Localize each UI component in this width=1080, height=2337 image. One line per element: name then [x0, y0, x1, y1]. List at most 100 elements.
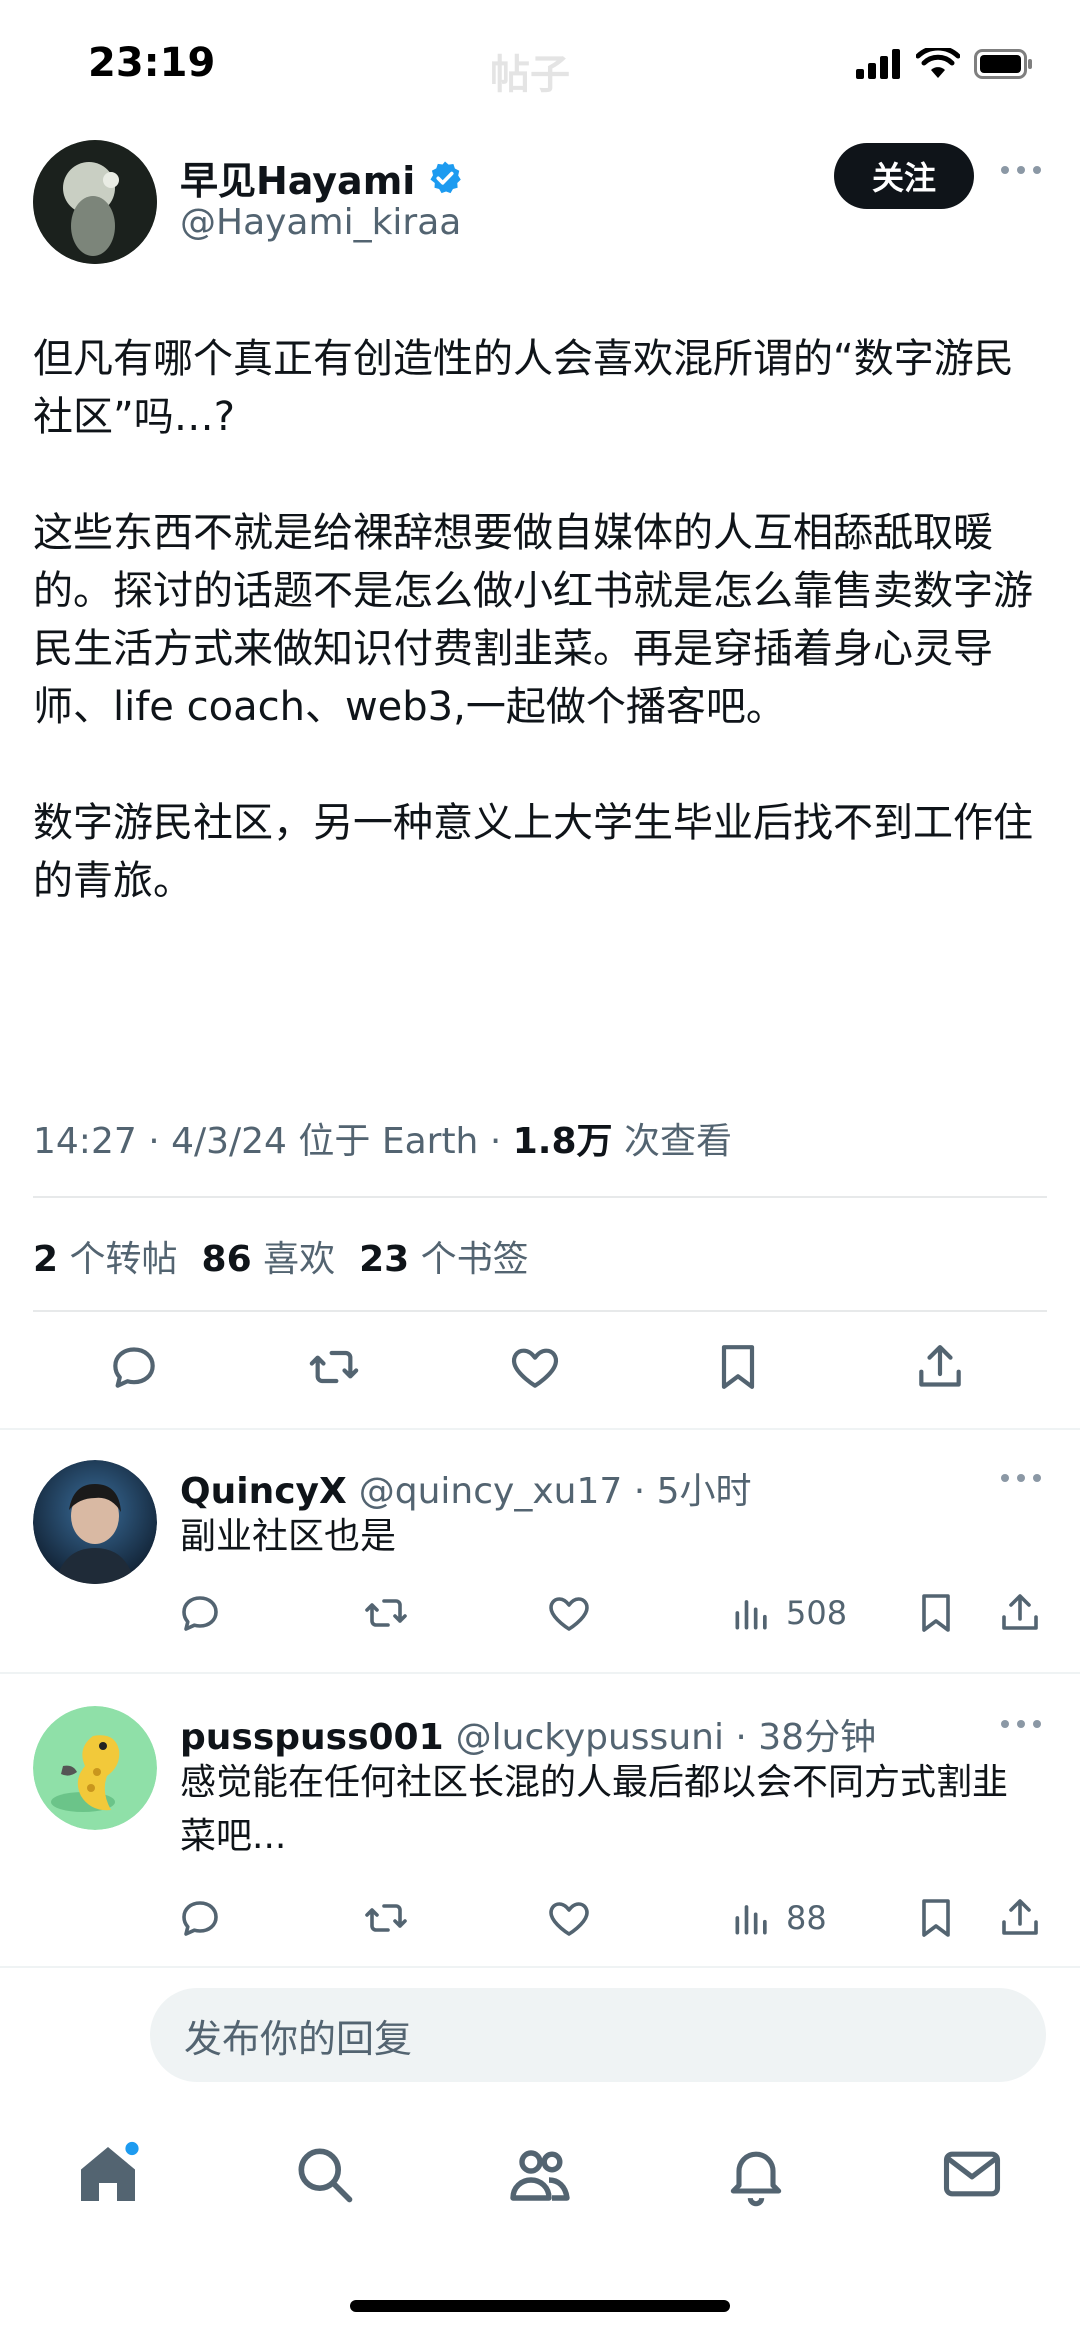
home-indicator: [350, 2300, 730, 2312]
author-name: 早见Hayami: [180, 159, 416, 203]
bookmark-icon: [922, 1594, 950, 1632]
tweet-meta: 14:27 · 4/3/24 位于 Earth · 1.8万 次查看: [33, 1112, 732, 1164]
reply-avatar[interactable]: [33, 1460, 157, 1584]
wifi-icon: [916, 48, 960, 78]
retweet-icon: [309, 1350, 359, 1384]
likes-label: 喜欢: [263, 1239, 336, 1280]
tweet-text: 但凡有哪个真正有创造性的人会喜欢混所谓的“数字游民社区”吗…? 这些东西不就是给…: [33, 330, 1043, 910]
bookmarks-count: 23: [359, 1239, 410, 1280]
share-button[interactable]: [996, 1890, 1044, 1946]
reply-author-name[interactable]: QuincyX: [180, 1471, 347, 1512]
nav-title: 帖子: [490, 52, 570, 98]
reply-input-placeholder: 发布你的回复: [184, 2016, 413, 2061]
status-icons: [856, 48, 1034, 80]
author-avatar[interactable]: [33, 140, 157, 264]
author-handle: @Hayami_kiraa: [180, 202, 462, 243]
bookmark-button[interactable]: [912, 1890, 960, 1946]
reply-author-name[interactable]: pusspuss001: [180, 1717, 444, 1758]
views-icon: [735, 1600, 767, 1630]
tweet-paragraph: 这些东西不就是给裸辞想要做自媒体的人互相舔舐取暖的。探讨的话题不是怎么做小红书就…: [33, 510, 1033, 730]
bookmarks-label: 个书签: [420, 1239, 529, 1280]
bookmark-icon: [721, 1345, 755, 1389]
reply-button[interactable]: [176, 1890, 224, 1946]
home-icon: [81, 2141, 139, 2201]
retweet-button[interactable]: [302, 1335, 366, 1399]
author-name-row[interactable]: 早见Hayami: [180, 150, 463, 205]
reply-handle-time: @quincy_xu17 · 5小时: [358, 1471, 752, 1512]
bookmark-button[interactable]: [912, 1585, 960, 1641]
reply-handle-time: @luckypussuni · 38分钟: [455, 1717, 877, 1758]
like-icon: [511, 1348, 559, 1388]
reply-text: 感觉能在任何社区长混的人最后都以会不同方式割韭菜吧...: [180, 1762, 1009, 1857]
cellular-signal-icon: [856, 49, 900, 79]
reply-header: QuincyX @quincy_xu17 · 5小时: [180, 1462, 752, 1514]
more-options-icon[interactable]: [998, 1468, 1044, 1488]
retweet-button[interactable]: [360, 1890, 412, 1946]
tweet-timestamp-location: 14:27 · 4/3/24 位于 Earth ·: [33, 1121, 513, 1162]
views-count: 508: [786, 1594, 848, 1632]
notifications-icon: [730, 2151, 782, 2207]
likes-count: 86: [201, 1239, 252, 1280]
likes-stat[interactable]: 86 喜欢: [202, 1230, 336, 1282]
search-icon: [298, 2148, 353, 2203]
engagement-stats: 2 个转帖 86 喜欢 23 个书签: [33, 1230, 529, 1282]
retweet-icon: [365, 1599, 407, 1627]
reply-icon: [182, 1901, 218, 1936]
like-icon: [549, 1902, 589, 1936]
share-button[interactable]: [996, 1585, 1044, 1641]
tab-search[interactable]: [284, 2134, 364, 2214]
reposts-count: 2: [33, 1239, 59, 1280]
communities-icon: [510, 2150, 570, 2201]
retweet-icon: [365, 1904, 407, 1932]
tweet-action-bar: [0, 1335, 1080, 1415]
share-icon: [919, 1345, 961, 1387]
follow-button[interactable]: 关注: [834, 143, 974, 209]
reply-icon: [182, 1596, 218, 1631]
tab-messages[interactable]: [932, 2134, 1012, 2214]
reply-avatar[interactable]: [33, 1706, 157, 1830]
tweet-paragraph: 但凡有哪个真正有创造性的人会喜欢混所谓的“数字游民社区”吗…?: [33, 336, 1014, 440]
reposts-stat[interactable]: 2 个转帖: [33, 1230, 178, 1282]
reply-text: 副业社区也是: [180, 1516, 397, 1557]
messages-icon: [943, 2151, 1001, 2197]
like-button[interactable]: [545, 1585, 593, 1641]
tab-home[interactable]: [68, 2134, 148, 2214]
reply-icon: [113, 1347, 155, 1388]
reply-button[interactable]: [102, 1335, 166, 1399]
share-icon: [1002, 1594, 1038, 1630]
share-button[interactable]: [908, 1335, 972, 1399]
tab-communities[interactable]: [500, 2134, 580, 2214]
views-count[interactable]: 1.8万: [513, 1121, 613, 1162]
status-time: 23:19: [88, 40, 216, 86]
views-button[interactable]: 88: [730, 1890, 827, 1946]
like-button[interactable]: [503, 1335, 567, 1399]
more-options-icon[interactable]: [998, 1714, 1044, 1734]
battery-icon: [974, 49, 1032, 79]
bookmarks-stat[interactable]: 23 个书签: [359, 1230, 529, 1282]
divider: [0, 1428, 1080, 1430]
reply-input[interactable]: 发布你的回复: [150, 1988, 1046, 2082]
views-button[interactable]: 508: [730, 1585, 847, 1641]
reply-button[interactable]: [176, 1585, 224, 1641]
divider: [33, 1196, 1047, 1198]
tab-notifications[interactable]: [716, 2134, 796, 2214]
like-button[interactable]: [545, 1890, 593, 1946]
divider: [0, 1672, 1080, 1674]
divider: [0, 1966, 1080, 1968]
status-bar: 23:19 帖子: [0, 0, 1080, 140]
bookmark-icon: [922, 1899, 950, 1937]
like-icon: [549, 1597, 589, 1631]
reply-header: pusspuss001 @luckypussuni · 38分钟: [180, 1708, 876, 1760]
tweet-paragraph: 数字游民社区，另一种意义上大学生毕业后找不到工作住的青旅。: [33, 800, 1033, 904]
reposts-label: 个转帖: [69, 1239, 178, 1280]
views-icon: [735, 1905, 767, 1935]
more-options-icon[interactable]: [998, 160, 1044, 180]
bottom-tab-bar: [0, 2110, 1080, 2260]
retweet-button[interactable]: [360, 1585, 412, 1641]
bookmark-button[interactable]: [706, 1335, 770, 1399]
share-icon: [1002, 1899, 1038, 1935]
verified-badge-icon: [430, 161, 462, 193]
reply-action-bar: 508: [0, 1585, 1080, 1645]
reply-action-bar: 88: [0, 1890, 1080, 1950]
divider: [33, 1310, 1047, 1312]
